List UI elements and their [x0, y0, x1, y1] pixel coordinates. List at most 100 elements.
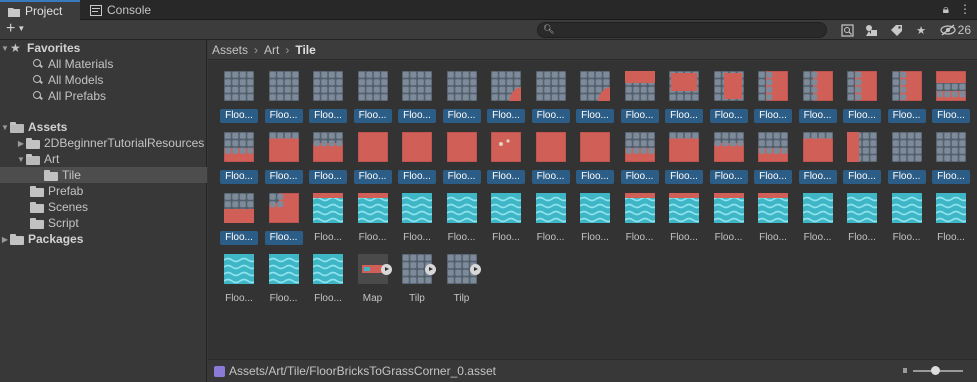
tree-item-all-materials[interactable]: All Materials: [0, 56, 207, 72]
tree-item-art[interactable]: ▼ Art: [0, 151, 207, 167]
chevron-down-icon[interactable]: ▼: [0, 123, 10, 132]
tab-console[interactable]: Console: [82, 0, 159, 20]
chevron-down-icon[interactable]: ▼: [16, 155, 26, 164]
asset-tile[interactable]: Floo...: [887, 71, 928, 131]
asset-tile[interactable]: Floo...: [220, 254, 260, 314]
asset-tile[interactable]: Floo...: [932, 71, 972, 131]
asset-tile[interactable]: Floo...: [265, 254, 305, 314]
asset-tile[interactable]: Floo...: [353, 132, 394, 192]
asset-tile[interactable]: Floo...: [487, 193, 527, 253]
tree-item-tile[interactable]: Tile: [0, 167, 207, 183]
tree-assets[interactable]: ▼ Assets: [0, 119, 207, 135]
asset-tile[interactable]: Floo...: [843, 132, 883, 192]
play-icon[interactable]: [469, 264, 481, 275]
breadcrumb-item-assets[interactable]: Assets: [212, 43, 248, 57]
asset-thumbnail: [669, 71, 699, 101]
asset-tile[interactable]: Floo...: [220, 193, 260, 253]
asset-tile[interactable]: Floo...: [264, 132, 305, 192]
asset-tile[interactable]: Floo...: [932, 132, 972, 192]
asset-tile[interactable]: Floo...: [531, 132, 572, 192]
asset-tile[interactable]: Floo...: [220, 132, 260, 192]
asset-tile[interactable]: Floo...: [621, 193, 661, 253]
filter-by-type-icon[interactable]: [862, 22, 880, 38]
breadcrumb-item-art[interactable]: Art: [264, 43, 279, 57]
filter-by-label-icon[interactable]: [887, 22, 905, 38]
asset-tile[interactable]: Floo...: [798, 71, 839, 131]
asset-tile[interactable]: Floo...: [620, 71, 661, 131]
search-input[interactable]: 🔍︎: [537, 22, 827, 38]
asset-label: Floo...: [576, 109, 614, 123]
asset-tile[interactable]: Floo...: [754, 71, 794, 131]
play-icon[interactable]: [380, 264, 392, 275]
tree-item-all-models[interactable]: All Models: [0, 72, 207, 88]
more-options-icon[interactable]: ⋮: [959, 2, 971, 17]
asset-tile[interactable]: Floo...: [398, 132, 438, 192]
asset-tile[interactable]: Floo...: [487, 71, 527, 131]
tree-favorites[interactable]: ▼ ★ Favorites: [0, 40, 207, 56]
asset-tile[interactable]: Floo...: [710, 193, 750, 253]
lock-icon[interactable]: 🔒︎: [943, 2, 949, 17]
asset-label: Floo...: [892, 232, 921, 243]
asset-tile[interactable]: Tilp: [443, 254, 483, 314]
tree-packages[interactable]: ▶ Packages: [0, 231, 207, 247]
create-button[interactable]: + ▼: [6, 21, 25, 37]
tree-item-scenes[interactable]: Scenes: [0, 199, 207, 215]
asset-tile[interactable]: Floo...: [309, 254, 349, 314]
asset-tile[interactable]: Floo...: [798, 132, 839, 192]
asset-tile[interactable]: Floo...: [220, 71, 260, 131]
breadcrumb-item-tile[interactable]: Tile: [295, 43, 315, 57]
tree-item-2dbeginner[interactable]: ▶ 2DBeginnerTutorialResources: [0, 135, 207, 151]
play-icon[interactable]: [425, 264, 436, 275]
asset-tile[interactable]: Floo...: [309, 193, 349, 253]
asset-thumbnail: [624, 71, 655, 101]
asset-tile[interactable]: Tilp: [398, 254, 438, 314]
asset-tile[interactable]: Floo...: [353, 71, 394, 131]
asset-tile[interactable]: Floo...: [620, 132, 661, 192]
asset-tile[interactable]: Floo...: [843, 71, 883, 131]
thumbnail-size-slider[interactable]: [913, 366, 963, 375]
asset-tile[interactable]: Floo...: [264, 71, 305, 131]
asset-tile[interactable]: Floo...: [531, 71, 572, 131]
tree-item-prefab[interactable]: Prefab: [0, 183, 207, 199]
asset-tile[interactable]: Floo...: [576, 193, 616, 253]
asset-tile[interactable]: Floo...: [398, 71, 438, 131]
tab-project[interactable]: Project: [0, 0, 80, 20]
asset-tile[interactable]: Map: [354, 254, 394, 314]
asset-tile[interactable]: Floo...: [532, 193, 572, 253]
asset-tile[interactable]: Floo...: [354, 193, 394, 253]
tree-item-all-prefabs[interactable]: All Prefabs: [0, 88, 207, 104]
asset-tile[interactable]: Floo...: [264, 193, 305, 253]
asset-tile[interactable]: Floo...: [576, 71, 616, 131]
asset-tile[interactable]: Floo...: [309, 132, 349, 192]
asset-thumbnail: [268, 254, 299, 284]
asset-tile[interactable]: Floo...: [442, 132, 483, 192]
asset-tile[interactable]: Floo...: [754, 132, 794, 192]
asset-tile[interactable]: Floo...: [665, 71, 705, 131]
asset-tile[interactable]: Floo...: [754, 193, 794, 253]
slider-handle[interactable]: [931, 366, 940, 375]
hidden-packages-toggle[interactable]: 26: [940, 23, 971, 37]
folder-icon: [10, 233, 24, 245]
asset-tile[interactable]: Floo...: [888, 193, 928, 253]
asset-tile[interactable]: Floo...: [443, 193, 483, 253]
asset-tile[interactable]: Floo...: [309, 71, 349, 131]
chevron-right-icon[interactable]: ▶: [0, 235, 10, 244]
asset-tile[interactable]: Floo...: [487, 132, 527, 192]
chevron-down-icon[interactable]: ▼: [0, 44, 10, 53]
favorite-star-icon[interactable]: ★: [912, 22, 930, 38]
asset-thumbnail: [669, 132, 699, 162]
search-by-type-icon[interactable]: [838, 22, 856, 38]
asset-tile[interactable]: Floo...: [576, 132, 616, 192]
chevron-right-icon[interactable]: ▶: [16, 139, 26, 148]
asset-tile[interactable]: Floo...: [843, 193, 883, 253]
asset-tile[interactable]: Floo...: [887, 132, 928, 192]
asset-tile[interactable]: Floo...: [398, 193, 438, 253]
asset-tile[interactable]: Floo...: [709, 71, 750, 131]
tree-item-script[interactable]: Script: [0, 215, 207, 231]
asset-tile[interactable]: Floo...: [442, 71, 483, 131]
asset-tile[interactable]: Floo...: [665, 193, 705, 253]
asset-tile[interactable]: Floo...: [932, 193, 972, 253]
asset-tile[interactable]: Floo...: [799, 193, 839, 253]
asset-tile[interactable]: Floo...: [709, 132, 750, 192]
asset-tile[interactable]: Floo...: [665, 132, 705, 192]
